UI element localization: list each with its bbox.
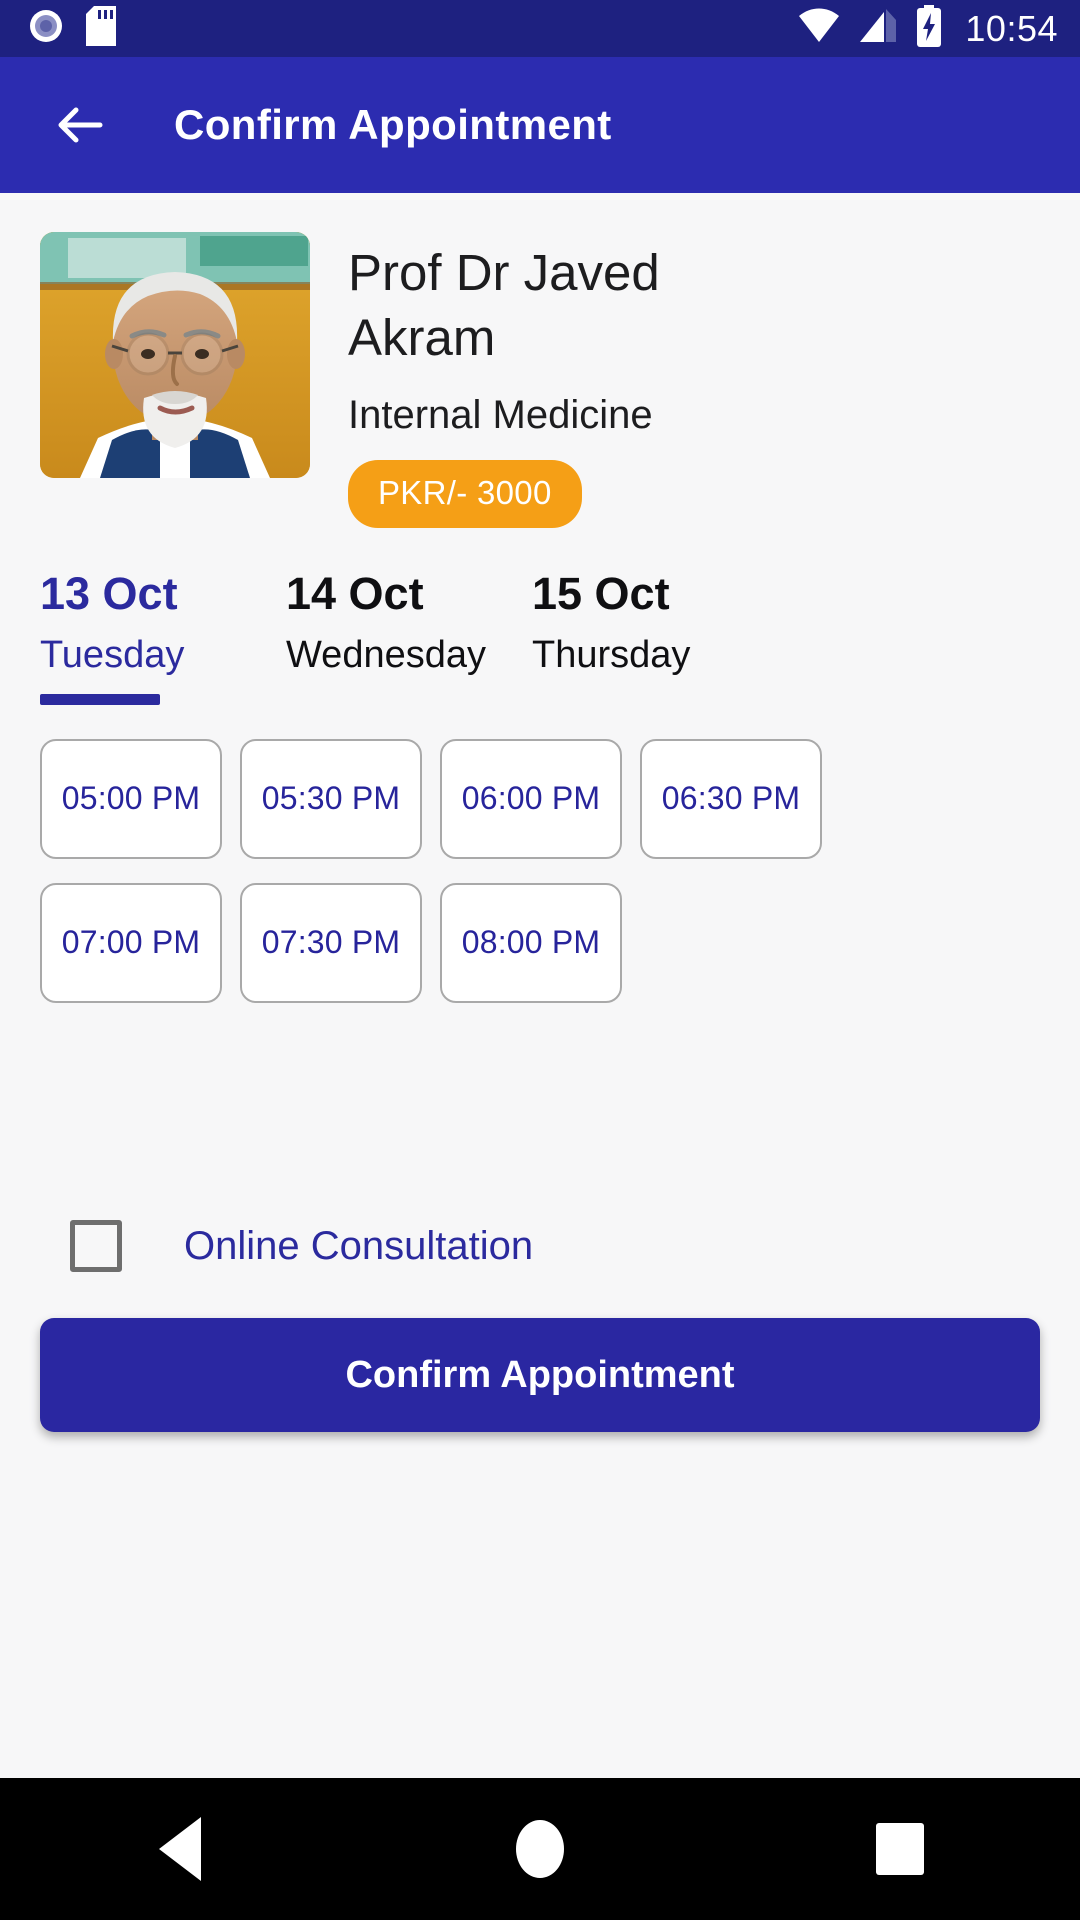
date-tab-2[interactable]: 15 Oct Thursday [532, 567, 778, 705]
status-bar: 10:54 [0, 0, 1080, 57]
active-tab-indicator [40, 693, 160, 705]
time-slot[interactable]: 06:00 PM [440, 738, 622, 859]
doctor-info: Prof Dr Javed Akram Internal Medicine PK… [348, 232, 768, 528]
time-slot[interactable]: 08:00 PM [440, 882, 622, 1003]
doctor-name: Prof Dr Javed Akram [348, 244, 660, 367]
date-tab-day: Tuesday [40, 633, 185, 676]
nav-back-icon[interactable] [120, 1789, 240, 1909]
status-bar-left-icons [28, 6, 116, 51]
doctor-specialty: Internal Medicine [348, 392, 653, 437]
time-slot-grid: 05:00 PM 05:30 PM 06:00 PM 06:30 PM 07:0… [0, 705, 880, 1003]
date-tab-date: 14 Oct [286, 567, 424, 619]
doctor-photo [40, 232, 310, 478]
status-bar-right-icons: 10:54 [797, 5, 1058, 52]
app-bar: Confirm Appointment [0, 57, 1080, 193]
wifi-icon [797, 8, 841, 49]
online-consultation-label: Online Consultation [184, 1223, 534, 1268]
date-tab-date: 15 Oct [532, 567, 670, 619]
page-title: Confirm Appointment [174, 101, 612, 148]
confirm-appointment-button[interactable]: Confirm Appointment [40, 1318, 1040, 1432]
online-consultation-checkbox[interactable] [70, 1220, 122, 1272]
date-tab-day: Wednesday [286, 633, 486, 676]
doctor-card: Prof Dr Javed Akram Internal Medicine PK… [0, 193, 1080, 528]
main-content: Prof Dr Javed Akram Internal Medicine PK… [0, 193, 1080, 1778]
camera-icon [28, 8, 64, 49]
online-consultation-row: Online Consultation [70, 1220, 533, 1272]
back-arrow-icon[interactable] [50, 94, 112, 156]
consultation-fee-badge: PKR/- 3000 [348, 459, 582, 528]
cellular-signal-icon [858, 8, 898, 49]
time-slot[interactable]: 05:00 PM [40, 738, 222, 859]
time-slot[interactable]: 05:30 PM [240, 738, 422, 859]
nav-home-icon[interactable] [480, 1789, 600, 1909]
battery-charging-icon [915, 5, 943, 52]
date-tab-date: 13 Oct [40, 567, 178, 619]
sd-card-icon [86, 6, 116, 51]
date-tab-0[interactable]: 13 Oct Tuesday [40, 567, 286, 705]
date-tab-1[interactable]: 14 Oct Wednesday [286, 567, 532, 705]
date-tab-day: Thursday [532, 633, 691, 676]
time-slot[interactable]: 06:30 PM [640, 738, 822, 859]
date-tabs: 13 Oct Tuesday 14 Oct Wednesday 15 Oct T… [0, 528, 1080, 705]
nav-recents-icon[interactable] [840, 1789, 960, 1909]
time-slot[interactable]: 07:00 PM [40, 882, 222, 1003]
status-bar-clock: 10:54 [965, 7, 1058, 49]
android-navigation-bar [0, 1778, 1080, 1920]
time-slot[interactable]: 07:30 PM [240, 882, 422, 1003]
